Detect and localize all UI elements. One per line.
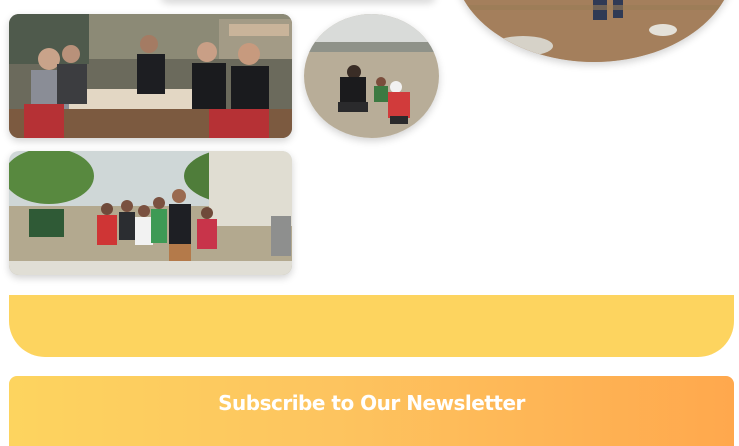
newsletter-title: Subscribe to Our Newsletter [218,391,525,415]
gallery-photo-kids-group[interactable] [9,151,292,275]
gallery-photo-ball-game[interactable] [304,14,439,138]
field-photo-image [453,0,735,62]
gallery-photo-dinner[interactable] [9,14,292,138]
ball-game-photo-image [304,14,439,138]
kids-group-photo-image [9,151,292,275]
gallery-photo-field[interactable] [453,0,735,62]
yellow-banner [9,295,734,357]
newsletter-section: Subscribe to Our Newsletter [9,376,734,446]
dinner-photo-image [9,14,292,138]
